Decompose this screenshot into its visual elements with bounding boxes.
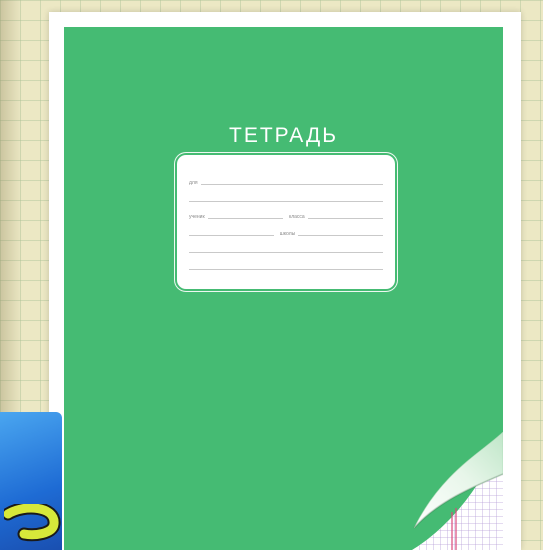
label-row-for: для: [189, 174, 383, 186]
label-row-student: ученик класса: [189, 208, 383, 220]
label-line: [189, 201, 383, 202]
label-row-school: школы: [189, 225, 383, 237]
label-line: [189, 269, 383, 270]
partial-glyph-graphic: [4, 504, 61, 542]
notebook-title: ТЕТРАДЬ: [229, 124, 338, 147]
label-word-class: класса: [288, 214, 305, 220]
label-row-blank: [189, 242, 383, 254]
label-line: [298, 235, 383, 236]
page-curl: [412, 432, 503, 550]
label-row-blank: [189, 191, 383, 203]
blue-tile: [0, 412, 62, 550]
label-word-for: для: [189, 180, 198, 186]
label-row-blank: [189, 259, 383, 271]
label-line: [189, 252, 383, 253]
label-line: [307, 218, 383, 219]
label-line: [207, 218, 283, 219]
label-line: [189, 235, 274, 236]
label-word-student: ученик: [189, 214, 205, 220]
label-line: [200, 184, 383, 185]
cover-label: для ученик класса школы: [177, 155, 395, 289]
label-word-school: школы: [279, 231, 296, 237]
page-curl-graphic: [412, 432, 503, 550]
